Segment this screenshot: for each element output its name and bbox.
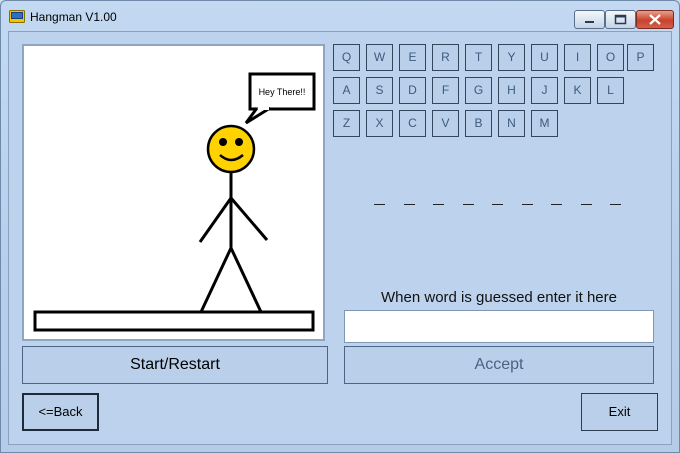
key-y[interactable]: Y: [498, 44, 525, 71]
letter-blank: [404, 204, 415, 205]
letter-blank: [522, 204, 533, 205]
right-eye-icon: [235, 138, 243, 146]
hangman-drawing: Hey There!!: [33, 72, 316, 332]
minimize-button[interactable]: [574, 10, 605, 29]
key-a[interactable]: A: [333, 77, 360, 104]
title-bar[interactable]: Hangman V1.00: [1, 1, 679, 31]
guess-input[interactable]: [344, 310, 654, 343]
hangman-canvas: Hey There!!: [22, 44, 325, 341]
letter-blank: [492, 204, 503, 205]
close-icon: [649, 14, 661, 25]
key-q[interactable]: Q: [333, 44, 360, 71]
stick-figure-right-leg: [229, 247, 263, 313]
key-d[interactable]: D: [399, 77, 426, 104]
accept-button[interactable]: Accept: [344, 346, 654, 384]
key-g[interactable]: G: [465, 77, 492, 104]
left-eye-icon: [219, 138, 227, 146]
key-n[interactable]: N: [498, 110, 525, 137]
key-b[interactable]: B: [465, 110, 492, 137]
maximize-button[interactable]: [605, 10, 636, 29]
stick-figure-head: [206, 124, 256, 174]
key-p[interactable]: P: [627, 44, 654, 71]
key-e[interactable]: E: [399, 44, 426, 71]
stick-figure-right-arm: [229, 197, 269, 241]
key-t[interactable]: T: [465, 44, 492, 71]
key-k[interactable]: K: [564, 77, 591, 104]
key-h[interactable]: H: [498, 77, 525, 104]
letter-blank: [433, 204, 444, 205]
key-c[interactable]: C: [399, 110, 426, 137]
stick-figure-left-leg: [199, 247, 233, 313]
start-restart-button[interactable]: Start/Restart: [22, 346, 328, 384]
key-l[interactable]: L: [597, 77, 624, 104]
key-i[interactable]: I: [564, 44, 591, 71]
letter-blank: [610, 204, 621, 205]
minimize-icon: [585, 21, 594, 23]
key-j[interactable]: J: [531, 77, 558, 104]
close-button[interactable]: [636, 10, 674, 29]
speech-bubble: Hey There!!: [244, 72, 316, 125]
key-x[interactable]: X: [366, 110, 393, 137]
app-icon: [9, 10, 25, 23]
key-v[interactable]: V: [432, 110, 459, 137]
key-u[interactable]: U: [531, 44, 558, 71]
letter-blank: [551, 204, 562, 205]
maximize-icon: [614, 14, 627, 25]
key-o[interactable]: O: [597, 44, 624, 71]
speech-text: Hey There!!: [259, 87, 306, 97]
letter-blank: [581, 204, 592, 205]
stick-figure-left-arm: [198, 197, 233, 243]
exit-button[interactable]: Exit: [581, 393, 658, 431]
key-f[interactable]: F: [432, 77, 459, 104]
key-w[interactable]: W: [366, 44, 393, 71]
gallows-base: [33, 310, 315, 332]
key-s[interactable]: S: [366, 77, 393, 104]
key-m[interactable]: M: [531, 110, 558, 137]
guess-prompt: When word is guessed enter it here: [381, 289, 617, 306]
key-r[interactable]: R: [432, 44, 459, 71]
letter-blank: [374, 204, 385, 205]
window-title: Hangman V1.00: [30, 10, 117, 24]
key-z[interactable]: Z: [333, 110, 360, 137]
letter-blank: [463, 204, 474, 205]
back-button[interactable]: <=Back: [22, 393, 99, 431]
stick-figure: [198, 124, 269, 313]
